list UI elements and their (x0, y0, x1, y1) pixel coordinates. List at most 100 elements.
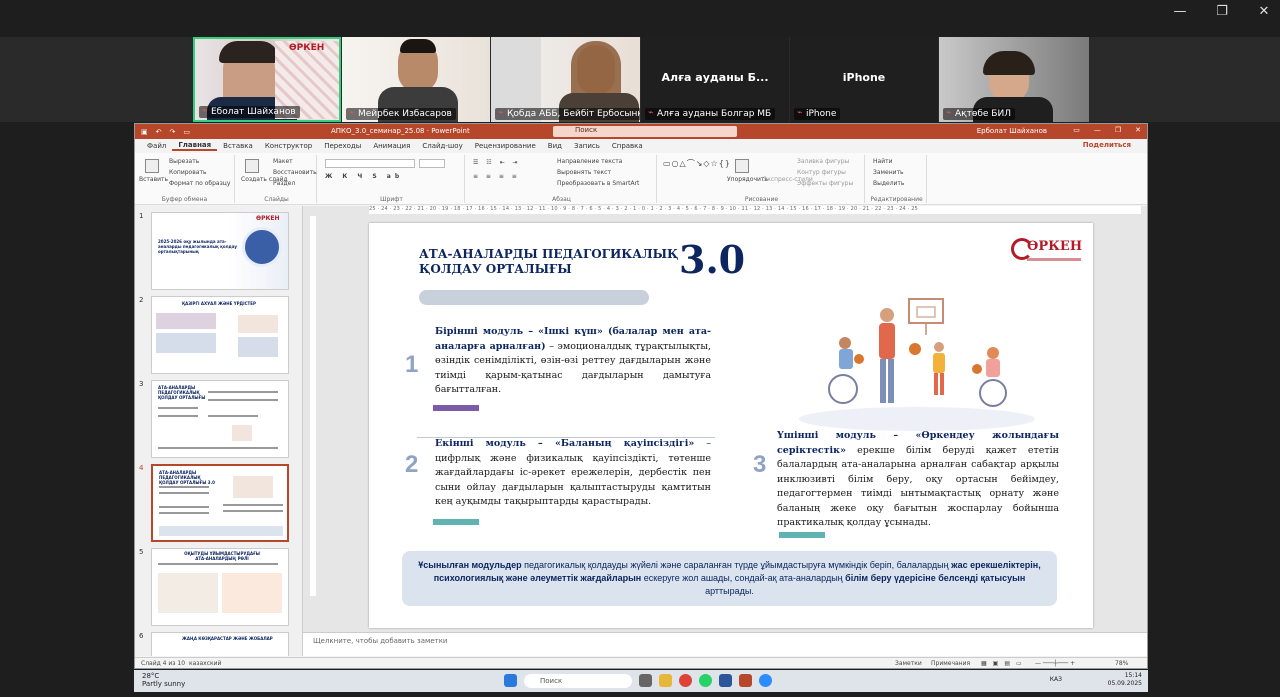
notes-button[interactable]: Заметки (895, 660, 922, 667)
share-button[interactable]: Поделиться (1077, 141, 1137, 149)
current-slide[interactable]: АТА-АНАЛАРДЫ ПЕДАГОГИКАЛЫҚ ҚОЛДАУ ОРТАЛЫ… (369, 223, 1093, 628)
font-size-select[interactable] (419, 159, 445, 168)
find-button[interactable]: Найти (873, 158, 892, 165)
logo-text: ӨРКЕН (1027, 239, 1083, 254)
notes-pane[interactable]: Щелкните, чтобы добавить заметки (303, 632, 1147, 656)
group-label: Абзац (552, 196, 571, 203)
slide-thumbnail[interactable]: 2025-2026 оқу жылында ата-аналарды педаг… (151, 212, 289, 290)
tab-design[interactable]: Конструктор (259, 142, 318, 150)
participant-tile[interactable]: Алға ауданы Б... Алға ауданы Болгар МБ (641, 37, 789, 122)
task-view-icon[interactable] (639, 674, 652, 687)
font-name-select[interactable] (325, 159, 415, 168)
arrange-icon[interactable] (735, 159, 749, 173)
font-format-buttons[interactable]: Ж К Ч S ab (325, 173, 403, 180)
alignment-buttons[interactable]: ≡ ≡ ≡ ≡ (473, 173, 520, 180)
copy-button[interactable]: Копировать (169, 169, 206, 176)
maximize-icon[interactable]: ❐ (1115, 126, 1121, 134)
format-painter-button[interactable]: Формат по образцу (169, 180, 230, 187)
tab-file[interactable]: Файл (141, 142, 172, 150)
slide-title[interactable]: АТА-АНАЛАРДЫ ПЕДАГОГИКАЛЫҚ ҚОЛДАУ ОРТАЛЫ… (419, 247, 679, 277)
smartart-button[interactable]: Преобразовать в SmartArt (557, 180, 639, 187)
maximize-button[interactable]: ❐ (1214, 4, 1230, 19)
layout-button[interactable]: Макет (273, 158, 293, 165)
shape-fill-button[interactable]: Заливка фигуры (797, 158, 849, 165)
taskbar-search[interactable]: Поиск (524, 674, 632, 688)
weather-widget[interactable]: 28°C Partly sunny (142, 672, 185, 688)
powerpoint-icon[interactable] (739, 674, 752, 687)
zoom-slider[interactable]: — ───┼─── + (1035, 660, 1075, 667)
slideshow-icon[interactable]: ▭ (183, 128, 190, 136)
whatsapp-icon[interactable] (699, 674, 712, 687)
start-icon[interactable] (504, 674, 517, 687)
redo-icon[interactable]: ↷ (170, 128, 176, 136)
group-label: Рисование (744, 196, 779, 203)
thumbnail-caption: ЖАҢА КӨЗҚАРАСТАР ЖӘНЕ ЖОБАЛАР (182, 636, 273, 641)
zoom-level[interactable]: 78% (1115, 660, 1128, 667)
new-slide-icon[interactable] (245, 159, 259, 173)
participant-tile[interactable]: iPhone iPhone (790, 37, 938, 122)
participant-tile[interactable]: Мейрбек Избасаров (342, 37, 490, 122)
reset-button[interactable]: Восстановить (273, 169, 317, 176)
tab-home[interactable]: Главная (172, 141, 218, 151)
clock-date[interactable]: 05.09.2025 (1108, 680, 1142, 688)
save-icon[interactable]: ▣ (141, 128, 148, 136)
tab-view[interactable]: Вид (542, 142, 568, 150)
user-name[interactable]: Ерболат Шайханов (977, 127, 1047, 135)
minimize-button[interactable]: — (1172, 4, 1188, 19)
paste-button[interactable]: Вставить (139, 176, 168, 183)
module-1-text[interactable]: Бірінші модуль – «Ішкі күш» (балалар мен… (435, 325, 711, 398)
paste-icon[interactable] (145, 159, 159, 173)
participant-tile[interactable]: Қобда АББ, Бейбіт Ербосынқызы (491, 37, 640, 122)
tab-record[interactable]: Запись (568, 142, 606, 150)
keyboard-language[interactable]: КАЗ (1050, 676, 1062, 684)
chrome-icon[interactable] (679, 674, 692, 687)
replace-button[interactable]: Заменить (873, 169, 904, 176)
module-2-text[interactable]: Екінші модуль – «Баланың қауіпсіздігі» –… (435, 437, 711, 510)
zoom-icon[interactable] (759, 674, 772, 687)
language-indicator[interactable]: казахский (189, 660, 221, 667)
word-icon[interactable] (719, 674, 732, 687)
tab-animations[interactable]: Анимация (367, 142, 416, 150)
search-input[interactable]: Поиск (553, 126, 737, 137)
tab-slideshow[interactable]: Слайд-шоу (416, 142, 468, 150)
list-buttons[interactable]: ☰ ☷ ⇤ ⇥ (473, 159, 521, 166)
thumbnail-caption: ОҚЫТУДЫ ҰЙЫМДАСТЫРУДАҒЫ АТА-АНАЛАРДЫҢ РӨ… (184, 551, 260, 561)
close-icon[interactable]: ✕ (1135, 126, 1141, 134)
inclusive-sports-illustration (799, 298, 1035, 431)
tab-insert[interactable]: Вставка (217, 142, 259, 150)
module-3-text[interactable]: Үшінші модуль – «Өркендеу жолындағы сері… (777, 429, 1059, 531)
slide-thumbnail-selected[interactable]: АТА-АНАЛАРДЫ ПЕДАГОГИКАЛЫҚ ҚОЛДАУ ОРТАЛЫ… (151, 464, 289, 542)
module-2-accent-bar (433, 519, 479, 525)
clock-time[interactable]: 15:14 (1108, 672, 1142, 680)
slide-thumbnail[interactable]: АТА-АНАЛАРДЫ ПЕДАГОГИКАЛЫҚ ҚОЛДАУ ОРТАЛЫ… (151, 380, 289, 458)
text-direction-button[interactable]: Направление текста (557, 158, 622, 165)
close-button[interactable]: ✕ (1256, 4, 1272, 19)
slide-version[interactable]: 3.0 (679, 237, 745, 282)
participant-label: iPhone (842, 71, 886, 84)
view-buttons[interactable]: ▦▣▤▭ (981, 660, 1028, 667)
slide-thumbnail[interactable]: ҚАЗІРГІ АХУАЛ ЖӘНЕ ҮРДІСТЕР (151, 296, 289, 374)
shape-effects-button[interactable]: Эффекты фигуры (797, 180, 853, 187)
tab-review[interactable]: Рецензирование (469, 142, 542, 150)
cut-button[interactable]: Вырезать (169, 158, 199, 165)
select-button[interactable]: Выделить (873, 180, 904, 187)
tab-transitions[interactable]: Переходы (318, 142, 367, 150)
comments-button[interactable]: Примечания (931, 660, 970, 667)
shape-outline-button[interactable]: Контур фигуры (797, 169, 846, 176)
tab-help[interactable]: Справка (606, 142, 649, 150)
file-explorer-icon[interactable] (659, 674, 672, 687)
font-group: Ж К Ч S ab Шрифт (319, 155, 465, 203)
slide-thumbnail[interactable]: ЖАҢА КӨЗҚАРАСТАР ЖӘНЕ ЖОБАЛАР (151, 632, 289, 656)
minimize-icon[interactable]: — (1094, 126, 1101, 134)
participant-tile[interactable]: ӨРКЕН Еболат Шайханов (193, 37, 341, 122)
slide-thumbnail[interactable]: ОҚЫТУДЫ ҰЙЫМДАСТЫРУДАҒЫ АТА-АНАЛАРДЫҢ РӨ… (151, 548, 289, 626)
summary-box[interactable]: Ұсынылған модульдер педагогикалық қолдау… (402, 551, 1057, 606)
orken-logo: ӨРКЕН (1009, 235, 1083, 267)
ribbon-display-icon[interactable]: ▭ (1073, 126, 1080, 134)
participant-tile[interactable]: Ақтөбе БИЛ (939, 37, 1089, 122)
undo-icon[interactable]: ↶ (156, 128, 162, 136)
shapes-gallery[interactable]: ▭○△⌒↘◇☆{} (663, 158, 731, 169)
align-text-button[interactable]: Выровнять текст (557, 169, 611, 176)
arrange-button[interactable]: Упорядочить (727, 176, 768, 183)
section-button[interactable]: Раздел (273, 180, 295, 187)
